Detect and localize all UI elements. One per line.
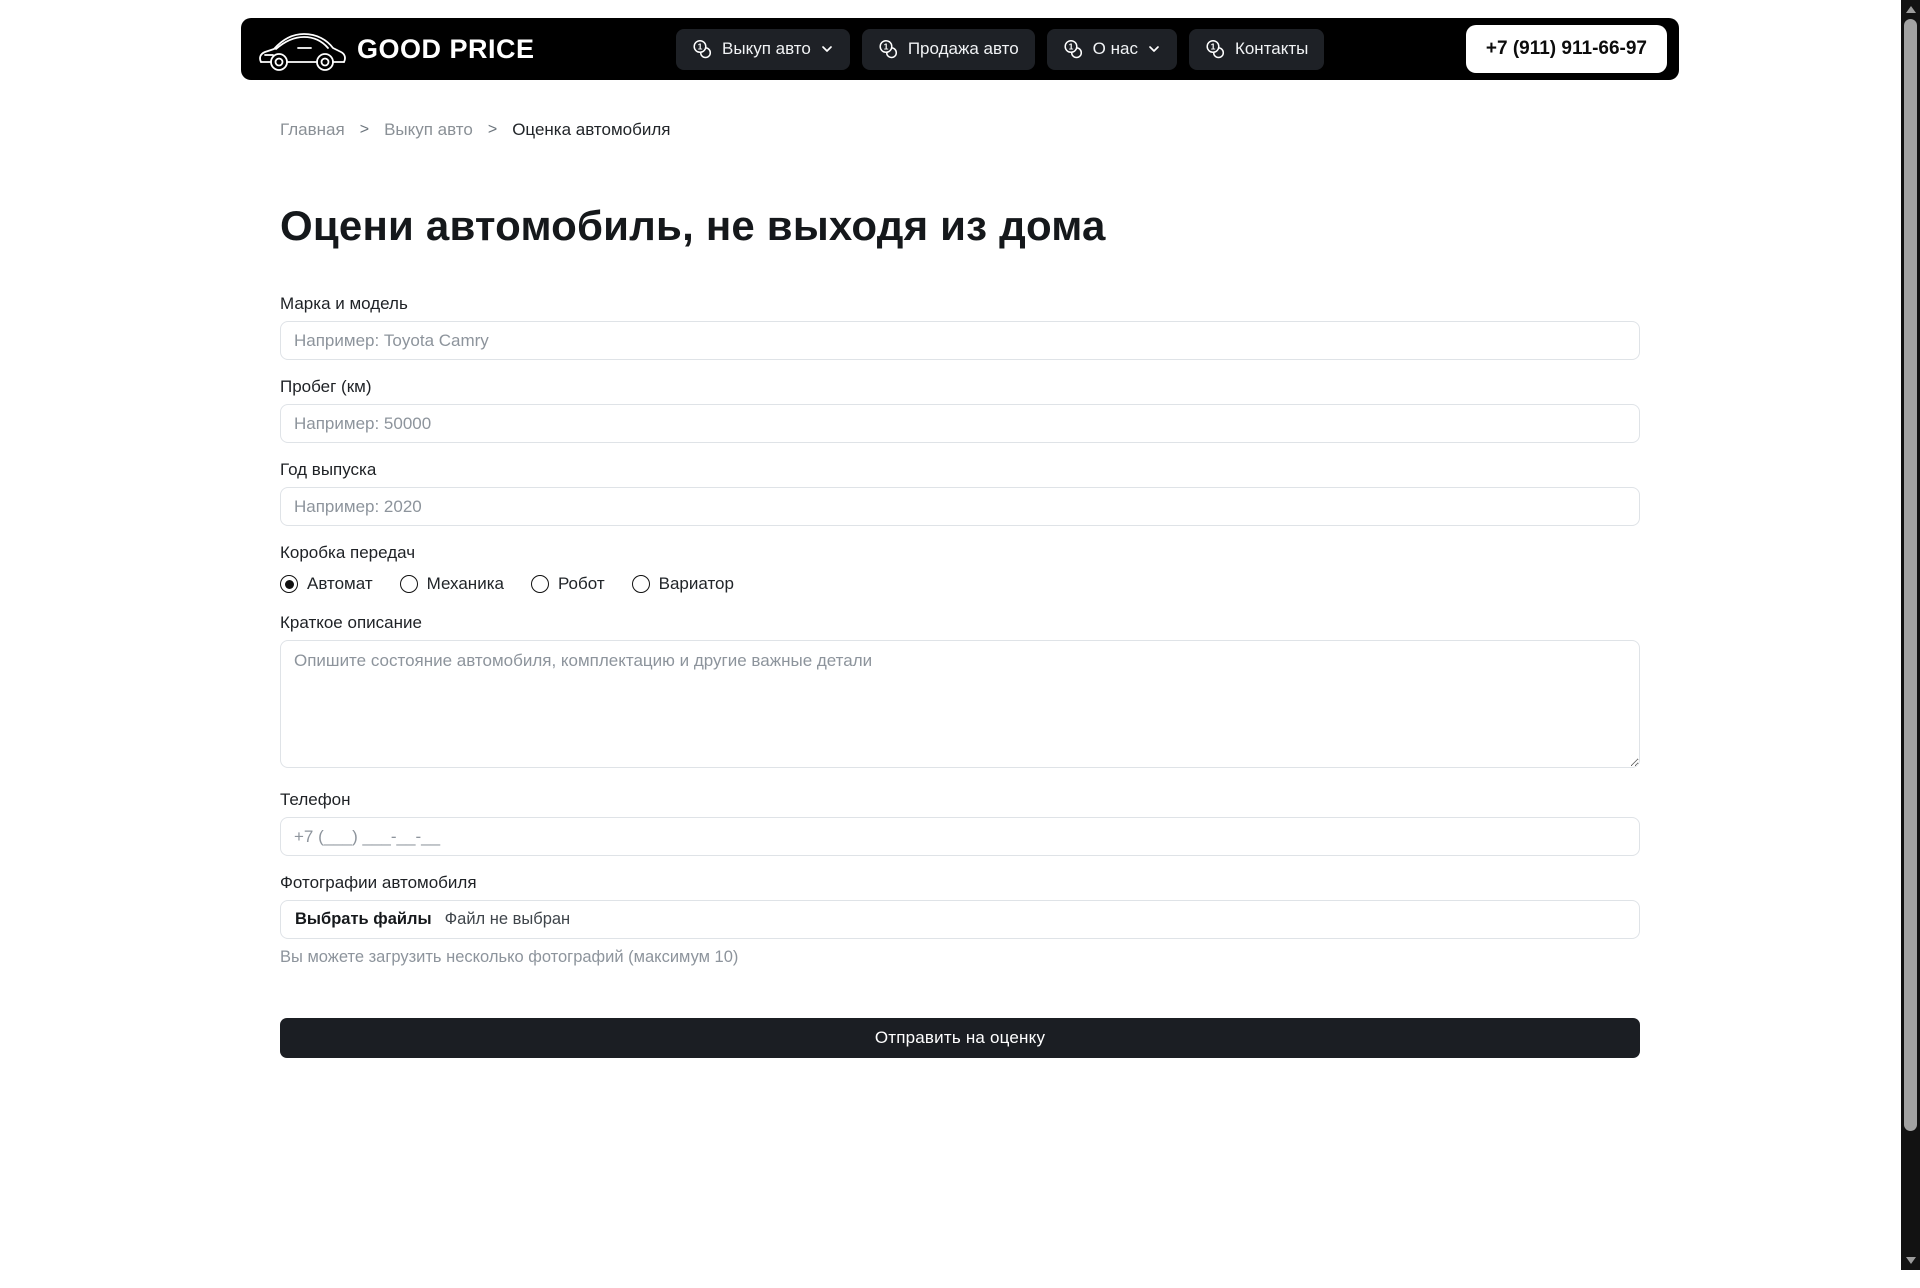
file-status-text: Файл не выбран xyxy=(445,910,571,929)
radio-button-icon[interactable] xyxy=(531,575,549,593)
year-label: Год выпуска xyxy=(280,460,1640,480)
mileage-input[interactable] xyxy=(280,404,1640,443)
file-upload-input[interactable]: Выбрать файлы Файл не выбран xyxy=(280,900,1640,939)
breadcrumb-vykup-avto[interactable]: Выкуп авто xyxy=(384,120,473,140)
scrollbar[interactable] xyxy=(1901,0,1920,1270)
choose-files-button[interactable]: Выбрать файлы xyxy=(295,910,432,929)
submit-button[interactable]: Отправить на оценку xyxy=(280,1018,1640,1058)
nav-item-vykup-avto[interactable]: 1 Выкуп авто xyxy=(676,29,850,70)
svg-text:1: 1 xyxy=(1068,41,1073,51)
radio-button-icon[interactable] xyxy=(632,575,650,593)
field-brand-model: Марка и модель xyxy=(280,294,1640,360)
nav-item-kontakty[interactable]: 1 Контакты xyxy=(1189,29,1324,70)
radio-button-icon[interactable] xyxy=(400,575,418,593)
year-input[interactable] xyxy=(280,487,1640,526)
coins-icon: 1 xyxy=(1205,39,1226,60)
scrollbar-thumb[interactable] xyxy=(1904,19,1917,1131)
breadcrumb-separator: > xyxy=(488,121,497,139)
main-nav: 1 Выкуп авто 1 Продажа авто xyxy=(676,29,1324,70)
breadcrumb-current: Оценка автомобиля xyxy=(512,120,670,140)
radio-option-label: Вариатор xyxy=(659,574,734,594)
nav-item-label: Продажа авто xyxy=(908,39,1019,59)
coins-icon: 1 xyxy=(1063,39,1084,60)
radio-option-label: Робот xyxy=(558,574,605,594)
nav-item-label: Контакты xyxy=(1235,39,1308,59)
coins-icon: 1 xyxy=(692,39,713,60)
car-evaluation-form: Марка и модель Пробег (км) Год выпуска К… xyxy=(280,294,1640,1058)
description-label: Краткое описание xyxy=(280,613,1640,633)
nav-item-prodazha-avto[interactable]: 1 Продажа авто xyxy=(862,29,1035,70)
brand-logo[interactable]: GOOD PRICE xyxy=(253,22,535,76)
description-textarea[interactable] xyxy=(280,640,1640,768)
brand-name: GOOD PRICE xyxy=(357,34,535,65)
radio-option-label: Механика xyxy=(427,574,504,594)
phone-label: Телефон xyxy=(280,790,1640,810)
svg-text:1: 1 xyxy=(883,41,888,51)
gearbox-label: Коробка передач xyxy=(280,543,1640,563)
radio-option-avtomat[interactable]: Автомат xyxy=(280,574,373,594)
radio-option-mekhanika[interactable]: Механика xyxy=(400,574,504,594)
gearbox-radio-group: Автомат Механика Робот Вариатор xyxy=(280,570,1640,596)
scroll-up-icon[interactable] xyxy=(1906,6,1916,13)
coins-icon: 1 xyxy=(878,39,899,60)
radio-button-checked-icon[interactable] xyxy=(280,575,298,593)
breadcrumb-separator: > xyxy=(360,121,369,139)
page-title: Оцени автомобиль, не выходя из дома xyxy=(280,202,1640,250)
chevron-down-icon xyxy=(1147,42,1161,56)
svg-text:1: 1 xyxy=(1211,41,1216,51)
phone-number[interactable]: +7 (911) 911-66-97 xyxy=(1466,25,1667,73)
nav-item-label: О нас xyxy=(1093,39,1138,59)
field-description: Краткое описание xyxy=(280,613,1640,773)
field-year: Год выпуска xyxy=(280,460,1640,526)
breadcrumb-home[interactable]: Главная xyxy=(280,120,345,140)
scroll-down-icon[interactable] xyxy=(1906,1257,1916,1264)
brand-model-label: Марка и модель xyxy=(280,294,1640,314)
photos-hint: Вы можете загрузить несколько фотографий… xyxy=(280,948,1640,967)
chevron-down-icon xyxy=(820,42,834,56)
nav-item-o-nas[interactable]: 1 О нас xyxy=(1047,29,1177,70)
car-logo-icon xyxy=(253,22,349,76)
nav-item-label: Выкуп авто xyxy=(722,39,811,59)
breadcrumb: Главная > Выкуп авто > Оценка автомобиля xyxy=(280,120,1640,140)
field-photos: Фотографии автомобиля Выбрать файлы Файл… xyxy=(280,873,1640,967)
radio-option-robot[interactable]: Робот xyxy=(531,574,605,594)
brand-model-input[interactable] xyxy=(280,321,1640,360)
photos-label: Фотографии автомобиля xyxy=(280,873,1640,893)
phone-input[interactable] xyxy=(280,817,1640,856)
radio-option-variator[interactable]: Вариатор xyxy=(632,574,734,594)
field-gearbox: Коробка передач Автомат Механика Робот В… xyxy=(280,543,1640,596)
mileage-label: Пробег (км) xyxy=(280,377,1640,397)
header: GOOD PRICE 1 Выкуп авто 1 xyxy=(241,18,1679,80)
radio-option-label: Автомат xyxy=(307,574,373,594)
field-phone: Телефон xyxy=(280,790,1640,856)
main-content: Главная > Выкуп авто > Оценка автомобиля… xyxy=(280,120,1640,1058)
field-mileage: Пробег (км) xyxy=(280,377,1640,443)
svg-text:1: 1 xyxy=(698,41,703,51)
